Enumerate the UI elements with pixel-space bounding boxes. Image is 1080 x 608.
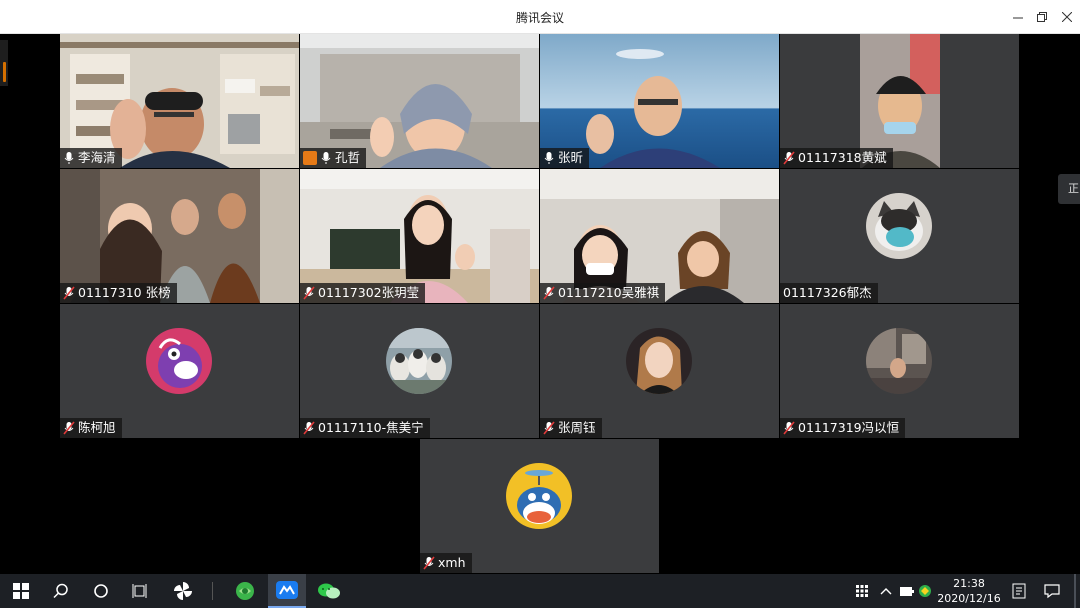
participant-name-label: 张昕 [540,148,590,168]
participant-name-label: 01117210吴雅祺 [540,283,666,303]
microphone-icon [63,151,75,165]
participant-name-label: 01117302张玥莹 [300,283,426,303]
muted-microphone-icon [303,421,315,435]
pinwheel-app-button[interactable] [166,574,200,608]
participant-name-label: 01117326郁杰 [780,283,878,303]
participant-tile[interactable]: 李海清 [60,34,299,168]
avatar [626,328,692,394]
participant-name: 01117310 张榜 [78,285,171,300]
participant-name-label: 陈柯旭 [60,418,122,438]
video-gallery: 李海清 孔哲 张昕 01117318黄斌 01117310 张榜 0111730… [60,34,1020,574]
ime-grid-button[interactable] [852,574,872,608]
avatar [506,463,572,529]
participant-tile[interactable]: 张昕 [540,34,779,168]
participant-name-label: 孔哲 [300,148,367,168]
participant-name: 01117110-焦美宁 [318,420,424,435]
participant-name-label: xmh [420,553,472,573]
participant-tile[interactable]: 张周钰 [540,304,779,438]
participant-name-label: 01117319冯以恒 [780,418,906,438]
participant-name: 孔哲 [335,150,361,165]
cortana-icon [94,584,108,598]
muted-microphone-icon [63,286,75,300]
avatar [866,193,932,259]
notes-icon [1012,583,1026,599]
window-title: 腾讯会议 [515,11,564,25]
battery-icon [900,586,914,596]
muted-microphone-icon [543,421,555,435]
avatar [386,328,452,394]
avatar [146,328,212,394]
close-icon [1062,12,1072,22]
muted-microphone-icon [783,151,795,165]
title-bar: 腾讯会议 [0,0,1080,34]
task-view-icon [132,584,147,598]
avatar [866,328,932,394]
clock-date: 2020/12/16 [937,592,1001,605]
participant-name: 张周钰 [558,420,596,435]
windows-start-icon [13,583,29,599]
participant-name: 01117326郁杰 [783,285,872,300]
muted-microphone-icon [303,286,315,300]
participant-tile[interactable]: 孔哲 [300,34,539,168]
tencent-meeting-icon [276,581,298,599]
participant-tile[interactable]: 01117318黄斌 [780,34,1019,168]
participant-name-label: 01117318黄斌 [780,148,893,168]
browser-icon [236,582,254,600]
wechat-icon [318,583,340,599]
participant-name: 01117302张玥莹 [318,285,420,300]
notification-icon [1044,584,1060,599]
participant-tile[interactable]: 01117310 张榜 [60,169,299,303]
browser-button[interactable] [228,574,262,608]
microphone-icon [320,151,332,165]
left-scroll-handle[interactable] [0,40,8,86]
minimize-icon [1013,17,1023,19]
pinwheel-app-icon [174,582,192,600]
participant-name-label: 李海清 [60,148,122,168]
search-button[interactable] [44,574,78,608]
notification-center-button[interactable] [1040,574,1064,608]
participant-name-label: 01117310 张榜 [60,283,177,303]
close-button[interactable] [1052,0,1080,34]
participant-name: 陈柯旭 [78,420,116,435]
windows-start-button[interactable] [4,574,38,608]
muted-microphone-icon [423,556,435,570]
wechat-button[interactable] [312,574,346,608]
host-badge-icon [303,151,317,165]
search-icon [53,583,68,599]
participant-tile[interactable]: 01117326郁杰 [780,169,1019,303]
muted-microphone-icon [63,421,75,435]
task-view-button[interactable] [124,574,158,608]
participant-tile[interactable]: 01117319冯以恒 [780,304,1019,438]
restore-icon [1036,11,1047,22]
system-clock[interactable]: 21:38 2020/12/16 [932,576,1006,606]
participant-name-label: 01117110-焦美宁 [300,418,430,438]
participant-tile[interactable]: 陈柯旭 [60,304,299,438]
participant-name: 李海清 [78,150,116,165]
participant-name: xmh [438,555,466,570]
battery-button[interactable] [898,574,916,608]
participant-tile[interactable]: 01117210吴雅祺 [540,169,779,303]
muted-microphone-icon [783,421,795,435]
notes-button[interactable] [1008,574,1030,608]
clock-time: 21:38 [953,577,985,590]
participant-name-label: 张周钰 [540,418,602,438]
side-panel-tab[interactable]: 正在 [1058,174,1080,204]
participant-name: 01117319冯以恒 [798,420,900,435]
participant-tile[interactable]: 01117110-焦美宁 [300,304,539,438]
tray-app-icon [919,585,931,597]
participant-tile[interactable]: 01117302张玥莹 [300,169,539,303]
participant-tile[interactable]: xmh [420,439,659,573]
show-hidden-icons-button[interactable] [876,574,896,608]
participant-name: 01117318黄斌 [798,150,887,165]
participant-name: 张昕 [558,150,584,165]
grid-ime-icon [856,585,868,597]
chevron-up-icon [880,588,892,595]
cortana-button[interactable] [84,574,118,608]
microphone-icon [543,151,555,165]
show-desktop-button[interactable] [1074,574,1076,608]
participant-name: 01117210吴雅祺 [558,285,660,300]
taskbar: 21:38 2020/12/16 [0,574,1080,608]
muted-microphone-icon [543,286,555,300]
tencent-meeting-button[interactable] [268,574,306,608]
